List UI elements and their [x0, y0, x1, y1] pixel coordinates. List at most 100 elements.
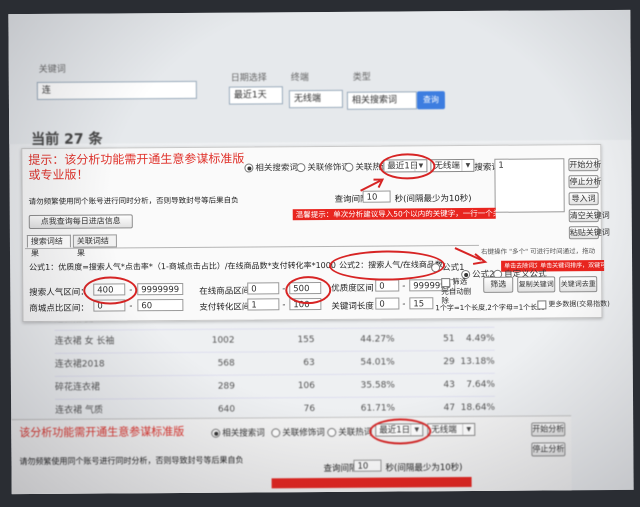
formula-2-text: 公式2：搜索人气/在线商品数: [339, 260, 443, 270]
background-type-select[interactable]: 相关搜索词: [346, 91, 418, 110]
online-from-input[interactable]: 0: [247, 282, 280, 295]
conversion-from-input[interactable]: 1: [247, 298, 280, 311]
table-cell: 44.27%: [360, 334, 395, 345]
table-cell: 568: [217, 358, 235, 369]
radio-icon: [211, 428, 221, 438]
chevron-down-icon: ▼: [462, 423, 475, 436]
background-page-header: [8, 9, 632, 145]
background-count: 当前 27 条: [31, 131, 103, 149]
formula-option-1[interactable]: 公式1: [431, 261, 465, 273]
popularity-to-input[interactable]: 9999999: [137, 282, 184, 296]
background-search-label: 关键词: [38, 64, 66, 75]
background-table: 连衣裙 夏311250855.56%1004.44%连衣裙 女 长袖100215…: [54, 304, 496, 423]
background-terminal-select[interactable]: 无线端: [288, 89, 343, 109]
duplicate-interval-input[interactable]: 10: [353, 459, 382, 472]
paste-keywords-button[interactable]: 粘贴关键词: [568, 226, 610, 240]
side-hint: 右键操作 "多个" 可进行时间通过，拖动 shift 一次可多选: [480, 247, 597, 256]
table-cell: 连衣裙 女 长袖: [54, 336, 115, 347]
background-search-input[interactable]: 连: [36, 80, 197, 100]
chevron-down-icon: ▼: [410, 424, 423, 436]
photo-frame: 关键词 连 日期选择 最近1天 终端 无线端 类型 相关搜索词 查询 当前 27…: [8, 9, 634, 495]
checkbox-icon: [441, 277, 451, 287]
chevron-down-icon: ▼: [414, 160, 427, 172]
table-cell: 106: [297, 381, 315, 392]
popularity-from-input[interactable]: 400: [93, 283, 126, 296]
duplicate-start-button[interactable]: 开始分析: [531, 422, 566, 437]
copy-keywords-button[interactable]: 复制关键词: [517, 276, 556, 293]
radio-icon: [244, 163, 254, 173]
table-row: 连衣裙 女 长袖 1002 155 44.27% 51 4.49%: [54, 327, 495, 354]
tab-search-results[interactable]: 搜索词结果: [26, 234, 71, 258]
duplicate-notice: 该分析功能需开通生意参谋标准版: [19, 424, 185, 440]
background-terminal-label: 终端: [290, 73, 309, 84]
interval-input[interactable]: 10: [362, 190, 391, 203]
quality-from-input[interactable]: 0: [375, 279, 400, 292]
import-words-button[interactable]: 导入词: [568, 192, 599, 206]
checkbox-icon: [537, 299, 547, 309]
duplicate-stop-button[interactable]: 停止分析: [531, 442, 566, 457]
duplicate-option-2[interactable]: 关联修饰词: [271, 426, 325, 438]
table-cell: 289: [217, 381, 235, 392]
background-date-label: 日期选择: [230, 73, 267, 84]
online-to-input[interactable]: 500: [289, 281, 322, 295]
conversion-to-input[interactable]: 100: [289, 297, 322, 311]
table-cell: 63: [303, 358, 315, 369]
length-note: 1个字=1个长度,2个字母=1个长度: [435, 303, 545, 313]
stop-analysis-button[interactable]: 停止分析: [568, 175, 602, 189]
duplicate-warning-bar: [271, 476, 472, 489]
duplicate-interval-unit: 秒(间隔最少为10秒): [385, 463, 463, 474]
date-select[interactable]: 最近1日 ▼: [383, 159, 428, 173]
interval-unit: 秒(间隔最少为10秒): [394, 193, 472, 205]
chevron-down-icon: ▼: [461, 159, 474, 172]
formula-1-text: 公式1：优质度=搜索人气*点击率*（1-商城点击占比）/在线商品数*支付转化率*…: [29, 260, 336, 273]
mall-ratio-to-input[interactable]: 60: [137, 298, 184, 312]
duplicate-date-select[interactable]: 最近1日 ▼: [375, 423, 424, 437]
filter-button[interactable]: 筛选: [483, 276, 514, 293]
duplicate-hint: 请勿频繁使用同个账号进行同时分析，否则导致封号等后果自负: [19, 455, 244, 467]
dedupe-keywords-button[interactable]: 关键词去重: [559, 276, 598, 293]
range-dash: -: [402, 299, 406, 310]
warning-bar: 温馨提示：单次分析建议导入50个以内的关键字，一行一个关键字: [292, 207, 496, 221]
upgrade-notice: 提示：该分析功能需开通生意参谋标准版或专业版！: [28, 151, 245, 183]
background-type-label: 类型: [352, 72, 371, 83]
radio-icon: [327, 427, 337, 437]
table-cell: 13.18%: [460, 356, 495, 368]
option-related-search[interactable]: 相关搜索词: [244, 161, 298, 173]
tab-related-results[interactable]: 关联词结果: [72, 234, 117, 258]
duplicate-option-1[interactable]: 相关搜索词: [211, 426, 265, 439]
mall-ratio-from-input[interactable]: 0: [93, 299, 126, 312]
table-cell: 35.58%: [360, 380, 395, 391]
table-cell: 碎花连衣裙: [54, 382, 100, 393]
start-analysis-button[interactable]: 开始分析: [568, 158, 601, 172]
clear-keywords-button[interactable]: 清空关键词: [568, 209, 610, 223]
popularity-label: 搜索人气区间：: [29, 287, 89, 299]
table-cell: 29: [443, 357, 455, 368]
range-dash: -: [129, 301, 133, 312]
background-date-select[interactable]: 最近1天: [228, 86, 283, 105]
table-cell: 155: [297, 335, 315, 346]
duplicate-terminal-select[interactable]: 无线端 ▼: [427, 422, 476, 437]
daily-store-query-button[interactable]: 点我查询每日进店信息: [28, 214, 133, 230]
range-dash: -: [129, 285, 133, 296]
duplicate-option-3[interactable]: 关联热词: [327, 426, 372, 438]
range-dash: -: [282, 284, 286, 295]
usage-hint: 请勿频繁使用同个账号进行同时分析，否则导致封号等后果自负: [28, 195, 239, 207]
table-cell: 51: [443, 334, 455, 345]
table-cell: 54.01%: [360, 357, 395, 368]
background-query-button[interactable]: 查询: [416, 91, 446, 110]
table-cell: 4.49%: [465, 333, 495, 344]
table-cell: 1002: [211, 335, 235, 346]
range-dash: -: [282, 300, 286, 311]
terminal-select[interactable]: 无线端 ▼: [430, 158, 475, 173]
radio-icon: [271, 428, 281, 438]
option-related-modifier[interactable]: 关联修饰词: [296, 161, 350, 173]
length-from-input[interactable]: 0: [375, 297, 400, 310]
length-to-input[interactable]: 15: [409, 297, 434, 310]
table-cell: 43: [443, 380, 455, 391]
radio-icon: [344, 162, 354, 172]
table-row: 连衣裙2018 568 63 54.01% 29 13.18%: [54, 350, 495, 377]
radio-icon: [431, 263, 441, 273]
more-data-checkbox[interactable]: 更多数据(交易指数): [537, 299, 610, 310]
auto-delete-checkbox[interactable]: 筛选完自动删除: [441, 277, 471, 305]
keyword-textarea[interactable]: 1: [494, 158, 565, 213]
